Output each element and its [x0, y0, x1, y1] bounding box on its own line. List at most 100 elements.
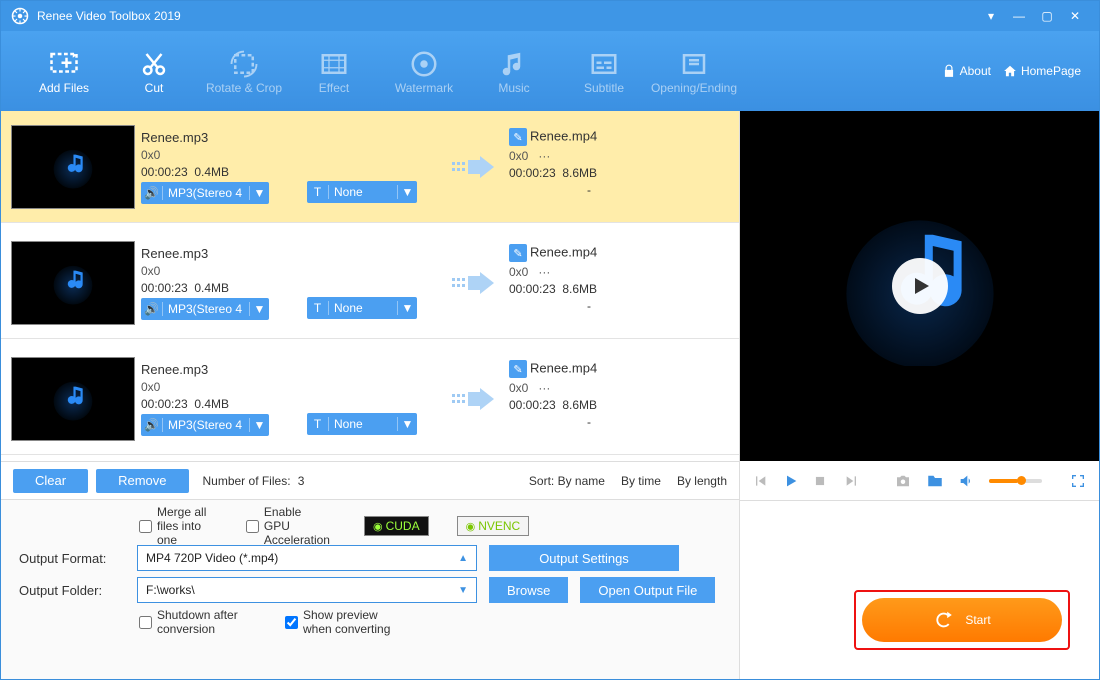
refresh-icon [933, 609, 955, 631]
output-folder-select[interactable]: F:\works\▼ [137, 577, 477, 603]
fullscreen-button[interactable] [1070, 473, 1087, 489]
text-icon: T [307, 417, 329, 431]
format-select[interactable]: 🔊MP3(Stereo 4▼ [141, 298, 269, 320]
chevron-down-icon: ▼ [397, 417, 417, 431]
maximize-button[interactable]: ▢ [1033, 9, 1061, 23]
open-output-button[interactable]: Open Output File [580, 577, 715, 603]
format-select[interactable]: 🔊MP3(Stereo 4▼ [141, 414, 269, 436]
lock-icon [942, 64, 956, 78]
chevron-down-icon: ▼ [249, 302, 269, 316]
titlebar: Renee Video Toolbox 2019 ▾ — ▢ ✕ [1, 1, 1099, 31]
dest-meta: 00:00:23 8.6MB [509, 398, 669, 412]
chevron-down-icon: ▼ [249, 418, 269, 432]
video-preview[interactable] [740, 111, 1099, 461]
minimize-button[interactable]: — [1005, 9, 1033, 23]
text-icon: T [307, 301, 329, 315]
speaker-icon: 🔊 [141, 418, 163, 432]
arrow-icon [443, 154, 503, 180]
source-name: Renee.mp3 [141, 246, 301, 261]
output-format-label: Output Format: [19, 551, 125, 566]
folder-button[interactable] [926, 472, 944, 490]
toolbar-add-files[interactable]: Add Files [19, 36, 109, 106]
start-button[interactable]: Start [862, 598, 1062, 642]
source-dims: 0x0 [141, 380, 301, 394]
source-name: Renee.mp3 [141, 130, 301, 145]
app-title: Renee Video Toolbox 2019 [37, 9, 181, 23]
clear-button[interactable]: Clear [13, 469, 88, 493]
player-controls [740, 461, 1099, 501]
gpu-checkbox[interactable]: Enable GPU Acceleration [246, 505, 330, 547]
dest-name: ✎Renee.mp4 [509, 128, 669, 146]
toolbar-rotate-crop[interactable]: Rotate & Crop [199, 36, 289, 106]
output-folder-label: Output Folder: [19, 583, 125, 598]
format-select[interactable]: 🔊MP3(Stereo 4▼ [141, 182, 269, 204]
file-row[interactable]: Renee.mp3 0x0 00:00:23 0.4MB 🔊MP3(Stereo 4▼… [1, 111, 739, 223]
output-settings-button[interactable]: Output Settings [489, 545, 679, 571]
app-logo-icon [11, 7, 29, 25]
source-meta: 00:00:23 0.4MB [141, 397, 301, 411]
source-meta: 00:00:23 0.4MB [141, 165, 301, 179]
show-preview-checkbox[interactable]: Show preview when converting [285, 608, 391, 636]
about-link[interactable]: About [942, 64, 991, 78]
source-meta: 00:00:23 0.4MB [141, 281, 301, 295]
edit-icon[interactable]: ✎ [509, 128, 527, 146]
crop-icon [227, 47, 261, 81]
edit-icon[interactable]: ✎ [509, 360, 527, 378]
volume-button[interactable] [958, 473, 975, 489]
thumbnail [11, 125, 135, 209]
music-note-icon [497, 47, 531, 81]
prev-button[interactable] [752, 473, 769, 489]
stop-button[interactable] [813, 474, 830, 488]
dest-dims: 0x0 ··· [509, 381, 669, 395]
toolbar-music[interactable]: Music [469, 36, 559, 106]
dest-dims: 0x0 ··· [509, 265, 669, 279]
volume-slider[interactable] [989, 479, 1042, 483]
dest-name: ✎Renee.mp4 [509, 360, 669, 378]
text-select[interactable]: TNone▼ [307, 181, 417, 203]
toolbar-opening-ending[interactable]: Opening/Ending [649, 36, 739, 106]
shutdown-checkbox[interactable]: Shutdown after conversion [139, 608, 245, 636]
file-row[interactable]: Renee.mp30x000:00:23 0.4MB🔊MP3(Stereo 4▼… [1, 227, 739, 339]
main-toolbar: Add FilesCutRotate & CropEffectWatermark… [1, 31, 1099, 111]
thumbnail [11, 357, 135, 441]
play-button[interactable] [892, 258, 948, 314]
next-button[interactable] [844, 473, 861, 489]
dest-name: ✎Renee.mp4 [509, 244, 669, 262]
text-select[interactable]: TNone▼ [307, 413, 417, 435]
home-icon [1003, 64, 1017, 78]
dest-dims: 0x0 ··· [509, 149, 669, 163]
sort-by-length[interactable]: By length [677, 474, 727, 488]
close-button[interactable]: ✕ [1061, 9, 1089, 23]
edit-icon[interactable]: ✎ [509, 244, 527, 262]
toolbar-subtitle[interactable]: Subtitle [559, 36, 649, 106]
homepage-link[interactable]: HomePage [1003, 64, 1081, 78]
sort-by-name[interactable]: By name [558, 474, 605, 488]
remove-button[interactable]: Remove [96, 469, 188, 493]
nvenc-badge: ◉ NVENC [457, 516, 530, 536]
text-select[interactable]: TNone▼ [307, 297, 417, 319]
dropdown-icon[interactable]: ▾ [977, 9, 1005, 23]
chevron-down-icon: ▼ [397, 301, 417, 315]
start-highlight: Start [854, 590, 1070, 650]
source-dims: 0x0 [141, 148, 301, 162]
play-icon [908, 274, 932, 298]
toolbar-cut[interactable]: Cut [109, 36, 199, 106]
subtitle-icon [587, 47, 621, 81]
output-panel: Merge all files into one Enable GPU Acce… [1, 499, 739, 679]
merge-checkbox[interactable]: Merge all files into one [139, 505, 218, 547]
speaker-icon: 🔊 [141, 302, 163, 316]
file-row[interactable]: Renee.mp30x000:00:23 0.4MB🔊MP3(Stereo 4▼… [1, 343, 739, 455]
snapshot-button[interactable] [894, 472, 912, 490]
stamp-icon [407, 47, 441, 81]
output-format-select[interactable]: MP4 720P Video (*.mp4)▲ [137, 545, 477, 571]
sort-by-time[interactable]: By time [621, 474, 661, 488]
scissors-icon [137, 47, 171, 81]
play-control[interactable] [783, 473, 800, 489]
thumbnail [11, 241, 135, 325]
film-icon [317, 47, 351, 81]
toolbar-effect[interactable]: Effect [289, 36, 379, 106]
browse-button[interactable]: Browse [489, 577, 568, 603]
file-list: Renee.mp3 0x0 00:00:23 0.4MB 🔊MP3(Stereo 4▼… [1, 111, 739, 461]
toolbar-watermark[interactable]: Watermark [379, 36, 469, 106]
chevron-down-icon: ▼ [249, 186, 269, 200]
